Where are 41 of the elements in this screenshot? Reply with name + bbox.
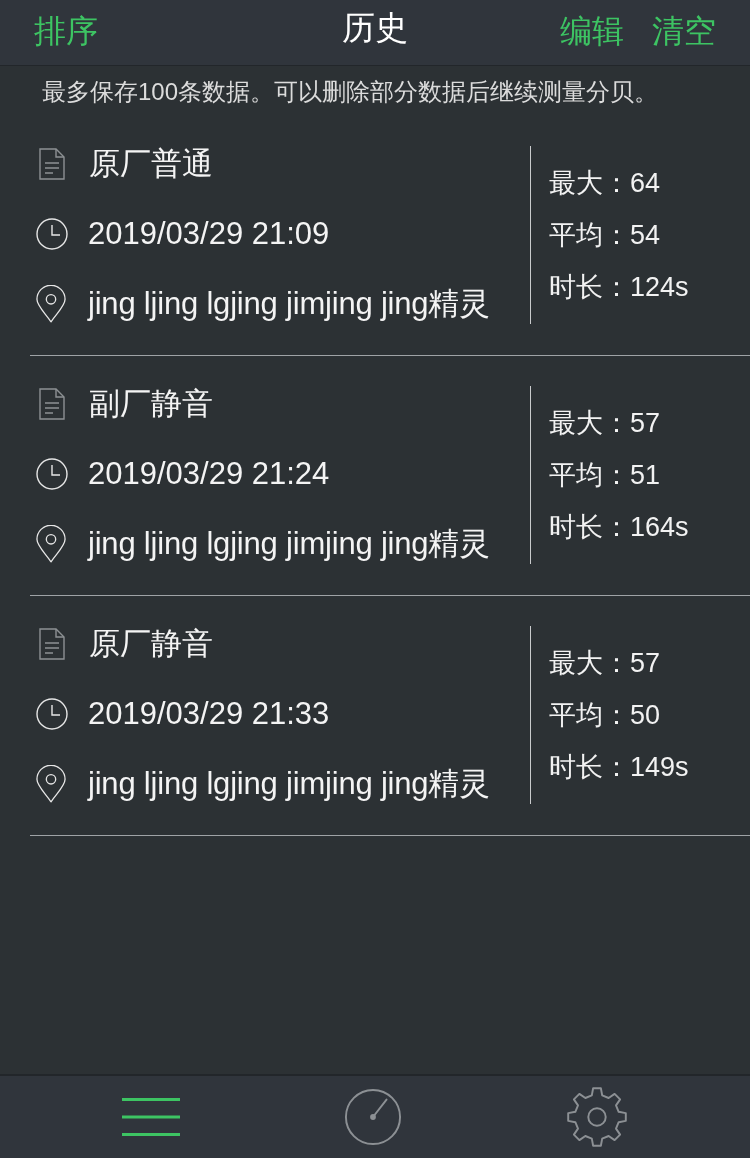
- location-pin-icon: [36, 765, 66, 803]
- record-name: 原厂静音: [89, 625, 213, 663]
- record-stat: 平均：51: [549, 459, 661, 492]
- record-time: 2019/03/29 21:33: [88, 695, 330, 733]
- document-icon: [39, 148, 65, 180]
- sort-button[interactable]: 排序: [34, 10, 98, 51]
- record-location: jing ljing lgjing jimjing jing精灵: [88, 285, 490, 323]
- record-item[interactable]: 原厂普通 2019/03/29 21:09 jing ljing lgjing jimjing jing精灵 最大：64 平均：54 时长：124s: [30, 116, 750, 356]
- record-stat: 最大：57: [549, 647, 661, 680]
- record-time: 2019/03/29 21:09: [88, 215, 330, 253]
- page-title: 历史: [342, 8, 408, 48]
- tab-button[interactable]: [344, 1088, 402, 1146]
- record-stat: 平均：50: [549, 699, 661, 732]
- record-location: jing ljing lgjing jimjing jing精灵: [88, 525, 490, 563]
- record-stat: 最大：64: [549, 167, 661, 200]
- tab-button[interactable]: [566, 1086, 628, 1148]
- location-pin-icon: [36, 285, 66, 323]
- record-item[interactable]: 原厂静音 2019/03/29 21:33 jing ljing lgjing jimjing jing精灵 最大：57 平均：50 时长：149s: [30, 596, 750, 836]
- record-item[interactable]: 副厂静音 2019/03/29 21:24 jing ljing lgjing jimjing jing精灵 最大：57 平均：51 时长：164s: [30, 356, 750, 596]
- header-action-button[interactable]: 编辑: [560, 10, 624, 51]
- tab-button[interactable]: [122, 1098, 180, 1136]
- record-stat: 时长：124s: [549, 271, 689, 304]
- record-stat: 时长：164s: [549, 511, 689, 544]
- document-icon: [39, 628, 65, 660]
- clock-icon: [36, 698, 68, 730]
- menu-icon: [122, 1098, 180, 1136]
- clock-icon: [36, 218, 68, 250]
- record-name: 原厂普通: [89, 145, 213, 183]
- record-stat: 时长：149s: [549, 751, 689, 784]
- record-name: 副厂静音: [89, 385, 213, 423]
- gauge-icon: [344, 1088, 402, 1146]
- header-action-button[interactable]: 清空: [652, 10, 716, 51]
- record-stat: 平均：54: [549, 219, 661, 252]
- clock-icon: [36, 458, 68, 490]
- notice-text: 最多保存100条数据。可以删除部分数据后继续测量分贝。: [41, 77, 660, 107]
- location-pin-icon: [36, 525, 66, 563]
- record-time: 2019/03/29 21:24: [88, 455, 330, 493]
- record-stat: 最大：57: [549, 407, 661, 440]
- settings-icon: [566, 1086, 628, 1148]
- record-location: jing ljing lgjing jimjing jing精灵: [88, 765, 490, 803]
- document-icon: [39, 388, 65, 420]
